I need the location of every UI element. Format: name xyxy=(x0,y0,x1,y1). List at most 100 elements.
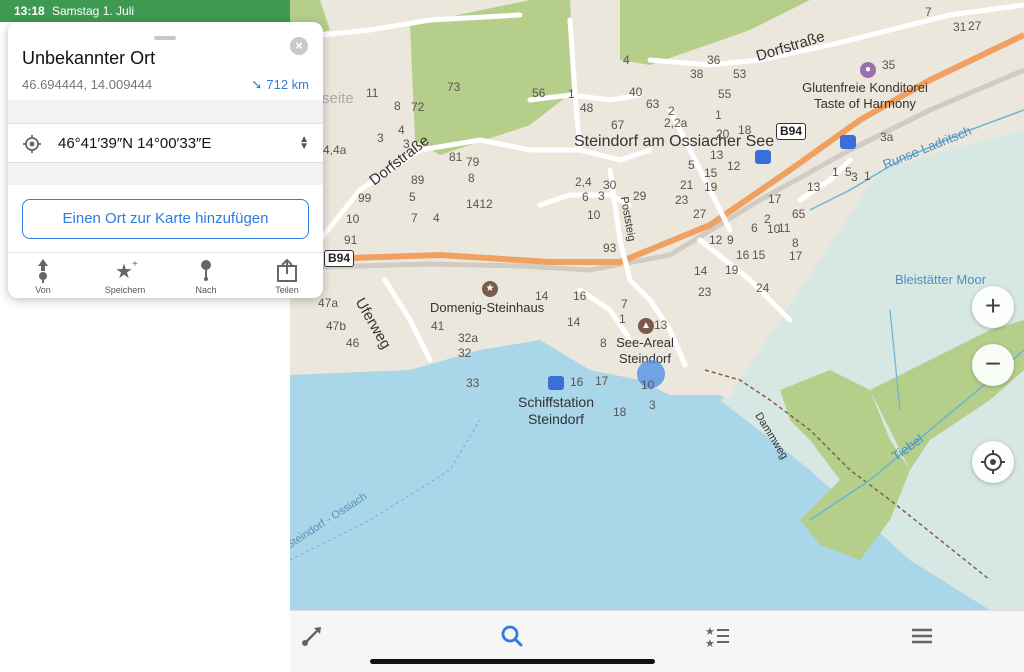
share-label: Teilen xyxy=(275,285,299,295)
house-number: 89 xyxy=(411,173,425,187)
schiffstation-label: Schiffstation Steindorf xyxy=(517,394,594,427)
house-number: 36 xyxy=(707,53,721,67)
house-number: 18 xyxy=(613,405,627,419)
house-number: 3 xyxy=(377,131,384,145)
house-number: 30 xyxy=(603,178,617,192)
house-number: 38 xyxy=(690,67,704,81)
house-number: 15 xyxy=(704,166,718,180)
close-button[interactable]: × xyxy=(290,37,308,55)
house-number: 17 xyxy=(595,374,609,388)
save-label: Speichern xyxy=(104,285,146,295)
house-number: 7 xyxy=(925,5,932,19)
house-number: 17 xyxy=(789,249,803,263)
house-number: 1 xyxy=(715,108,722,122)
bookmarks-list-icon: ★ ★ xyxy=(705,626,729,650)
house-number: 9 xyxy=(727,233,734,247)
house-number: 7 xyxy=(621,297,628,311)
bookmarks-button[interactable]: ★ ★ xyxy=(697,621,737,651)
separator-band xyxy=(8,100,323,123)
menu-button[interactable] xyxy=(902,621,942,651)
place-title: Unbekannter Ort xyxy=(22,48,156,68)
house-number: 27 xyxy=(693,207,707,221)
house-number: 35 xyxy=(882,58,896,72)
house-number: 65 xyxy=(792,207,806,221)
house-number: 29 xyxy=(633,189,647,203)
map-view[interactable]: Steindorf am Ossiacher See Dorfstraße Do… xyxy=(290,0,1024,610)
domenig-label: Domenig-Steinhaus xyxy=(430,300,545,315)
house-number: 47a xyxy=(318,296,339,310)
share-button[interactable]: Teilen xyxy=(252,257,322,295)
place-coords: 46.694444, 14.009444 xyxy=(22,77,153,92)
house-number: 15 xyxy=(752,248,766,262)
place-card: × Unbekannter Ort 46.694444, 14.009444 ➘… xyxy=(8,22,323,298)
to-label: Nach xyxy=(195,285,217,295)
format-toggle-icon[interactable]: ▲ ▼ xyxy=(299,135,309,152)
route-button[interactable] xyxy=(292,621,332,651)
house-number: 13 xyxy=(710,148,724,162)
house-number: 4 xyxy=(398,123,405,137)
house-number: 32a xyxy=(458,331,479,345)
house-number: 81 xyxy=(449,150,463,164)
bus-stop-icon[interactable] xyxy=(840,135,856,149)
house-number: 6 xyxy=(751,221,758,235)
zoom-in-button[interactable]: + xyxy=(972,286,1014,328)
bus-stop-icon-2[interactable] xyxy=(755,150,771,164)
house-number: 17 xyxy=(768,192,782,206)
house-number: 19 xyxy=(704,180,718,194)
from-button[interactable]: Von xyxy=(8,257,78,295)
house-number: 72 xyxy=(411,100,425,114)
svg-text:★: ★ xyxy=(705,626,715,638)
to-button[interactable]: Nach xyxy=(171,257,241,295)
house-number: 16 xyxy=(736,248,750,262)
house-number: 73 xyxy=(447,80,461,94)
moor-label: Bleistätter Moor xyxy=(895,272,987,287)
house-number: 14 xyxy=(567,315,581,329)
seite-label: seite xyxy=(322,90,354,107)
home-indicator[interactable] xyxy=(370,659,655,664)
ferry-station-icon[interactable] xyxy=(548,376,564,390)
my-location-button[interactable] xyxy=(972,441,1014,483)
house-number: 4 xyxy=(623,53,630,67)
house-number: 3 xyxy=(403,137,410,151)
coordinate-dms: 46°41′39″N 14°00′33″E xyxy=(58,135,212,152)
house-number: 12 xyxy=(709,233,723,247)
house-number: 40 xyxy=(629,85,643,99)
location-target-icon xyxy=(23,135,41,153)
from-pin-icon xyxy=(38,259,48,283)
search-icon xyxy=(501,625,523,647)
zoom-out-button[interactable]: − xyxy=(972,344,1014,386)
house-number: 46 xyxy=(346,336,360,350)
menu-icon xyxy=(912,628,932,644)
house-number: 5 xyxy=(409,190,416,204)
svg-text:★: ★ xyxy=(705,638,715,650)
card-grabber[interactable] xyxy=(154,36,176,40)
konditorei-label: Glutenfreie Konditorei Taste of Harmony xyxy=(802,80,928,111)
house-number: 24 xyxy=(756,281,770,295)
village-label: Steindorf am Ossiacher See xyxy=(574,133,775,150)
house-number: 20 xyxy=(716,127,730,141)
house-number: 23 xyxy=(698,285,712,299)
add-place-button[interactable]: Einen Ort zur Karte hinzufügen xyxy=(22,199,309,239)
house-number: 32 xyxy=(458,346,472,360)
house-number: 63 xyxy=(646,97,660,111)
svg-text:+: + xyxy=(132,259,138,270)
coordinate-format-row[interactable]: 46°41′39″N 14°00′33″E ▲ ▼ xyxy=(8,123,323,163)
house-number: 3 xyxy=(851,170,858,184)
direction-arrow-icon: ➘ xyxy=(251,77,263,92)
house-number: 79 xyxy=(466,155,480,169)
save-button[interactable]: ★ + Speichern xyxy=(90,257,160,295)
search-button[interactable] xyxy=(492,621,532,651)
house-number: 7 xyxy=(411,211,418,225)
bakery-poi-icon[interactable]: ● xyxy=(860,62,876,78)
to-pin-icon xyxy=(201,260,211,281)
house-number: 99 xyxy=(358,191,372,205)
app-root: 13:18 Samstag 1. Juli Steindorf am Ossia… xyxy=(0,0,1024,672)
domenig-poi-icon[interactable]: ★ xyxy=(482,281,498,297)
status-time: 13:18 xyxy=(14,4,45,18)
house-number: 2,4 xyxy=(575,175,592,189)
house-number: 13 xyxy=(807,180,821,194)
star-plus-icon: ★ + xyxy=(115,259,138,283)
share-icon xyxy=(277,258,297,282)
house-number: 10 xyxy=(587,208,601,222)
campsite-poi-icon[interactable]: ▲ xyxy=(638,318,654,334)
